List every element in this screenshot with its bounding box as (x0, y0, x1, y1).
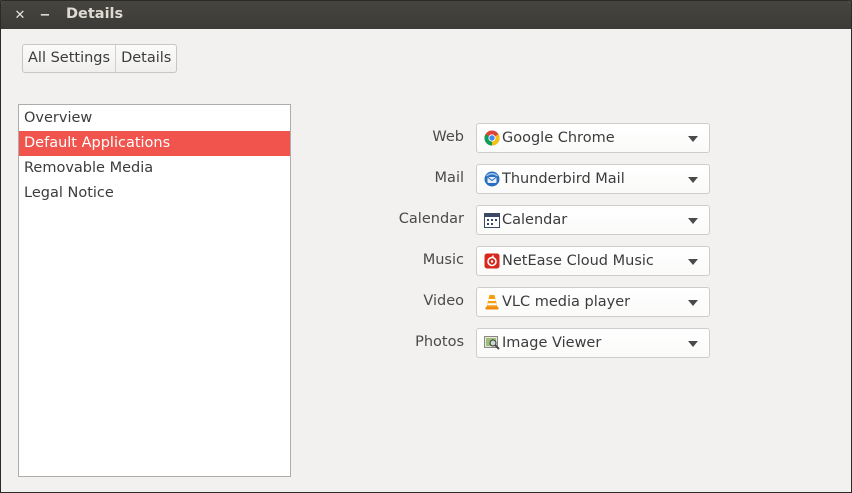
netease-music-icon (484, 253, 500, 269)
sidebar-item-removable-media[interactable]: Removable Media (19, 156, 290, 181)
web-app-value: Google Chrome (502, 130, 615, 146)
web-app-combo[interactable]: Google Chrome (476, 123, 710, 153)
breadcrumb: All Settings Details (22, 44, 178, 73)
video-app-value: VLC media player (502, 294, 631, 310)
sidebar-list: Overview Default Applications Removable … (18, 104, 291, 477)
chevron-down-icon (688, 177, 698, 183)
video-app-combo[interactable]: VLC media player (476, 287, 710, 317)
calendar-label: Calendar (398, 211, 464, 227)
close-button[interactable]: ✕ (11, 6, 29, 24)
breadcrumb-all-settings[interactable]: All Settings (23, 45, 115, 72)
web-label: Web (432, 129, 464, 145)
music-app-combo[interactable]: NetEase Cloud Music (476, 246, 710, 276)
default-web-row: Web Google Chrome (331, 123, 711, 153)
breadcrumb-details[interactable]: Details (115, 45, 176, 72)
chevron-down-icon (688, 259, 698, 265)
mail-app-value: Thunderbird Mail (502, 171, 625, 187)
photos-app-value: Image Viewer (502, 335, 602, 351)
sidebar-item-default-applications[interactable]: Default Applications (19, 131, 290, 156)
calendar-icon (484, 213, 500, 228)
title-bar: ✕ − Details (1, 1, 851, 29)
calendar-app-value: Calendar (502, 212, 568, 228)
default-photos-row: Photos Image Viewer (331, 328, 711, 358)
chevron-down-icon (688, 218, 698, 224)
default-mail-row: Mail Thunderbird Mail (331, 164, 711, 194)
chevron-down-icon (688, 300, 698, 306)
thunderbird-icon (484, 171, 500, 187)
default-video-row: Video VLC media player (331, 287, 711, 317)
details-window: ✕ − Details All Settings Details Overvie… (0, 0, 852, 493)
default-calendar-row: Calendar Calendar (331, 205, 711, 235)
chrome-icon (484, 130, 500, 146)
photos-app-combo[interactable]: Image Viewer (476, 328, 710, 358)
image-viewer-icon (484, 336, 500, 350)
chevron-down-icon (688, 341, 698, 347)
calendar-app-combo[interactable]: Calendar (476, 205, 710, 235)
sidebar-item-overview[interactable]: Overview (19, 106, 290, 131)
photos-label: Photos (415, 334, 464, 350)
mail-app-combo[interactable]: Thunderbird Mail (476, 164, 710, 194)
music-app-value: NetEase Cloud Music (502, 253, 654, 269)
sidebar-item-legal-notice[interactable]: Legal Notice (19, 181, 290, 206)
vlc-icon (485, 295, 499, 310)
minimize-button[interactable]: − (36, 6, 54, 24)
music-label: Music (422, 252, 464, 268)
chevron-down-icon (688, 136, 698, 142)
default-music-row: Music NetEase Cloud Music (331, 246, 711, 276)
video-label: Video (423, 293, 464, 309)
mail-label: Mail (434, 170, 464, 186)
window-title: Details (66, 6, 124, 22)
